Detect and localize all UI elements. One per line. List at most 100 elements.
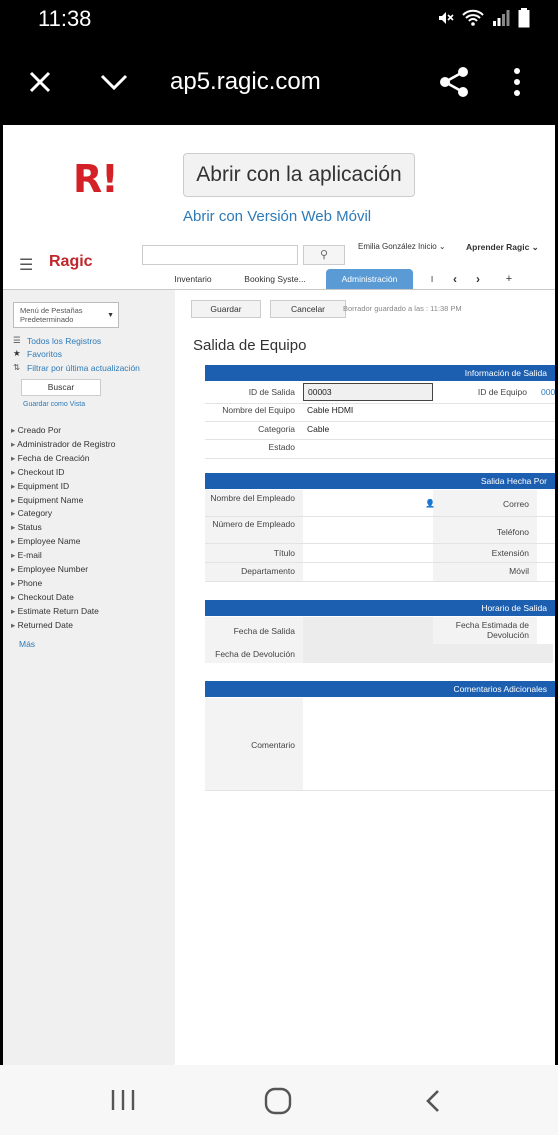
field-filter-item[interactable]: ▸ Estimate Return Date [11,606,99,617]
field-filter-label: Category [17,508,53,519]
user-menu[interactable]: Emilia González Inicio ⌄ [358,242,446,251]
field-filter-item[interactable]: ▸ Creado Por [11,425,61,436]
expand-arrow-icon: ▸ [11,605,18,616]
phone-label: Teléfono [496,527,529,537]
more-fields-link[interactable]: Más [19,639,35,649]
expand-arrow-icon: ▸ [11,466,18,477]
learn-menu[interactable]: Aprender Ragic ⌄ [466,242,539,253]
field-filter-item[interactable]: ▸ Employee Number [11,564,88,575]
sidebar: Menú de Pestañas Predeterminado ▼ ☰ Todo… [3,290,175,1065]
tab-inventario[interactable]: Inventario [165,269,221,289]
chevron-down-icon[interactable] [100,73,128,91]
save-as-view-link[interactable]: Guardar como Vista [23,401,85,408]
search-input[interactable] [142,245,298,265]
search-button[interactable]: ⚲ [303,245,345,265]
field-filter-item[interactable]: ▸ Employee Name [11,536,80,547]
row-divider [205,516,555,517]
field-filter-label: Status [17,522,42,533]
brand-logo[interactable]: Ragic [49,253,93,271]
field-filter-item[interactable]: ▸ Checkout ID [11,467,64,478]
tab-booking[interactable]: Booking Syste... [235,269,315,289]
department-label: Departamento [241,566,295,576]
add-tab-button[interactable]: + [503,269,515,289]
row-divider [205,421,555,422]
all-records-link[interactable]: Todos los Registros [27,336,101,346]
field-filter-item[interactable]: ▸ Equipment Name [11,495,83,506]
comment-field[interactable] [303,698,553,790]
field-filter-label: Equipment ID [17,480,70,491]
field-filter-label: Equipment Name [17,494,84,505]
save-button[interactable]: Guardar [191,300,261,318]
row-divider [205,562,555,563]
checkout-id-label: ID de Salida [248,387,295,397]
battery-icon [518,8,530,28]
tab-administracion[interactable]: Administración [326,269,413,289]
expand-arrow-icon: ▸ [11,425,18,435]
tab-menu-select[interactable]: Menú de Pestañas Predeterminado ▼ [13,302,119,328]
mobile-label: Móvil [509,566,529,576]
field-filter-item[interactable]: ▸ Category [11,508,52,519]
return-date-field[interactable] [303,644,553,663]
tab-prev-icon[interactable]: ‹ [449,269,461,289]
signal-icon [493,10,510,26]
field-filter-label: Employee Number [17,564,89,574]
field-filter-item[interactable]: ▸ Checkout Date [11,592,74,603]
filter-last-update-link[interactable]: Filtrar por última actualización [27,363,140,373]
field-filter-label: Checkout ID [17,466,65,477]
equipment-name-value[interactable]: Cable HDMI [307,405,353,415]
expand-arrow-icon: ▸ [11,494,18,505]
search-records-button[interactable]: Buscar [21,379,101,396]
field-filter-item[interactable]: ▸ Returned Date [11,620,73,631]
close-icon[interactable] [28,70,52,94]
estimated-return-label: Fecha Estimada de Devolución [455,620,529,640]
field-filter-item[interactable]: ▸ Status [11,522,42,533]
open-in-app-button[interactable]: Abrir con la aplicación [183,153,415,197]
field-filter-label: Checkout Date [17,591,74,602]
equipment-id-label: ID de Equipo [477,387,527,397]
expand-arrow-icon: ▸ [11,577,18,588]
field-filter-item[interactable]: ▸ Equipment ID [11,481,69,492]
status-field[interactable] [303,440,553,456]
checkout-date-label: Fecha de Salida [233,626,295,636]
tab-next-icon[interactable]: › [472,269,484,289]
equipment-id-value[interactable]: 000 [541,387,555,397]
tab-partial[interactable]: I [427,269,437,289]
equipment-name-label: Nombre del Equipo [222,405,295,415]
expand-arrow-icon: ▸ [11,619,18,630]
job-title-label: Título [273,548,295,558]
web-page: R! Abrir con la aplicación Abrir con Ver… [3,125,555,1065]
field-filter-item[interactable]: ▸ E-mail [11,550,42,561]
field-filter-item[interactable]: ▸ Administrador de Registro [11,439,115,450]
draft-status: Borrador guardado a las : 11:38 PM [343,304,462,313]
row-divider [205,581,555,582]
row-divider [205,403,555,404]
expand-arrow-icon: ▸ [11,564,18,574]
email-label: Correo [503,499,529,509]
extension-label: Extensión [491,548,529,558]
more-vert-icon[interactable] [512,68,522,96]
section-header-schedule: Horario de Salida [205,600,555,616]
sort-icon: ⇅ [13,362,21,372]
row-divider [205,543,555,544]
expand-arrow-icon: ▸ [11,452,18,463]
main-content: Guardar Cancelar Borrador guardado a las… [175,290,555,1065]
section-header-info: Información de Salida [205,365,555,381]
status-label: Estado [268,442,295,452]
checkout-id-field[interactable]: 00003 [303,383,433,401]
employee-number-label: Número de Empleado [212,519,295,529]
home-icon[interactable] [264,1087,292,1115]
field-filter-item[interactable]: ▸ Fecha de Creación [11,453,89,464]
field-filter-label: Employee Name [17,536,81,547]
cancel-button[interactable]: Cancelar [270,300,346,318]
field-filter-item[interactable]: ▸ Phone [11,578,42,589]
open-mobile-web-link[interactable]: Abrir con Versión Web Móvil [183,208,371,225]
wifi-icon [462,9,484,26]
share-icon[interactable] [438,66,470,98]
category-value[interactable]: Cable [307,424,329,434]
url-display[interactable]: ap5.ragic.com [170,68,321,96]
recent-apps-icon[interactable] [110,1089,136,1111]
back-icon[interactable] [424,1089,442,1113]
favorites-link[interactable]: Favoritos [27,349,62,359]
field-filter-label: Administrador de Registro [17,438,116,449]
menu-icon[interactable]: ☰ [19,255,33,275]
